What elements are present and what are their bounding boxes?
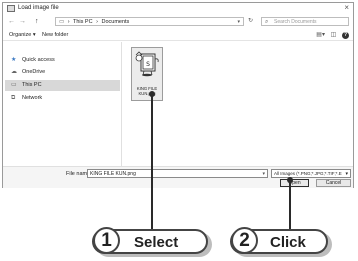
callout-select: 1 Select [92, 227, 208, 254]
step-number: 1 [93, 227, 120, 254]
callout-pointers [149, 91, 293, 232]
callout-click: 2 Click [230, 227, 328, 254]
pointer-dot-click [287, 177, 293, 183]
step-label: Click [270, 234, 306, 251]
pointer-dot-select [149, 91, 155, 97]
step-label: Select [134, 234, 179, 251]
step-number: 2 [231, 227, 258, 254]
